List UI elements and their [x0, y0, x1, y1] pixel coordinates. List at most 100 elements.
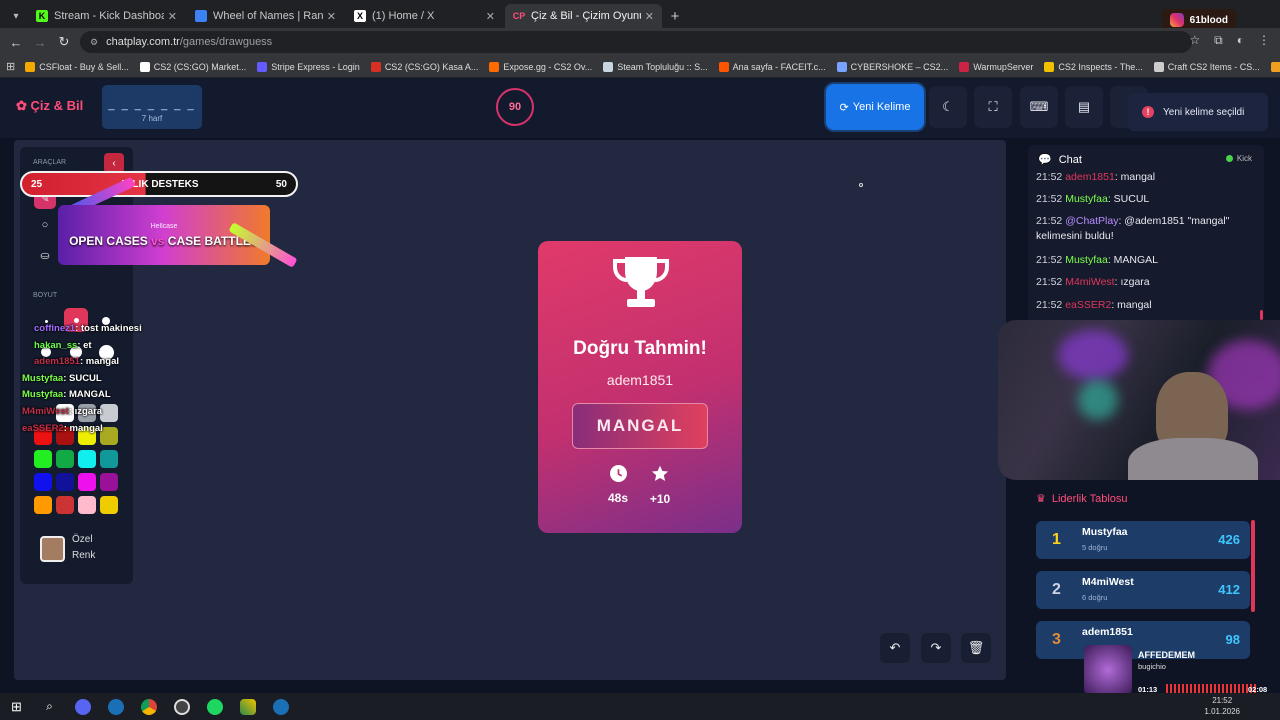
color-swatch-light-gray[interactable] — [100, 404, 118, 422]
color-swatch[interactable] — [100, 473, 118, 491]
bookmark-item[interactable]: Craft CS2 Items - CS... — [1153, 61, 1260, 72]
overlay-chat-line: Mustyfaa: SUCUL — [22, 373, 102, 384]
reload-icon[interactable]: ↻ — [52, 34, 76, 50]
fullscreen-button[interactable]: ⛶ — [974, 86, 1012, 128]
correct-guess-card: Doğru Tahmin! adem1851 MANGAL 48s +10 — [538, 241, 742, 533]
site-info-icon[interactable]: ⚙ — [90, 37, 98, 48]
taskbar-app-spotify[interactable] — [198, 693, 231, 720]
redo-button[interactable]: ↷ — [921, 633, 951, 663]
color-swatch[interactable] — [78, 473, 96, 491]
chat-text: : MANGAL — [1107, 254, 1158, 266]
close-tab-icon[interactable]: ✕ — [645, 10, 654, 23]
bookmark-favicon-icon — [603, 61, 614, 72]
taskbar-app-steam-2[interactable] — [264, 693, 297, 720]
tab-search-icon[interactable]: ▾ — [4, 4, 28, 28]
color-swatch[interactable] — [100, 450, 118, 468]
bookmark-star-icon[interactable]: ☆ — [1189, 33, 1200, 48]
url-field[interactable]: ⚙ chatplay.com.tr/games/drawguess — [80, 31, 1192, 53]
browser-tab-2[interactable]: X (1) Home / X ✕ — [346, 4, 503, 28]
bookmark-item[interactable]: CSNADES.gg - Cou... — [1270, 61, 1280, 72]
taskbar-app-pen[interactable] — [231, 693, 264, 720]
chat-text: : SUCUL — [1107, 193, 1150, 205]
app-logo[interactable]: ✿ Çiz & Bil — [16, 98, 83, 114]
custom-color-picker[interactable] — [40, 536, 65, 562]
close-tab-icon[interactable]: ✕ — [486, 10, 495, 23]
bookmark-item[interactable]: CS2 (CS:GO) Kasa A... — [370, 61, 478, 72]
archive-button[interactable]: ▤ — [1065, 86, 1103, 128]
color-swatch[interactable] — [56, 496, 74, 514]
start-button[interactable]: ⊞ — [0, 693, 33, 720]
chat-user[interactable]: eaSSER2 — [1065, 299, 1111, 311]
close-tab-icon[interactable]: ✕ — [327, 10, 336, 23]
tab-title: Wheel of Names | Random nam — [213, 10, 323, 22]
color-swatch[interactable] — [78, 450, 96, 468]
bookmark-item[interactable]: CSFloat - Buy & Sell... — [25, 61, 129, 72]
color-swatch[interactable] — [56, 473, 74, 491]
leaderboard-rank: 3 — [1052, 631, 1061, 648]
theme-toggle-button[interactable]: ☾ — [929, 86, 967, 128]
apps-grid-icon[interactable]: ⊞ — [6, 60, 15, 73]
chat-user[interactable]: Mustyfaa — [1065, 254, 1108, 266]
color-swatch[interactable] — [34, 450, 52, 468]
guesser-name: adem1851 — [606, 372, 674, 388]
menu-icon[interactable]: ⋮ — [1258, 33, 1270, 48]
profile-icon[interactable]: ◐ — [1237, 33, 1244, 48]
chat-scrollbar[interactable] — [1260, 310, 1263, 320]
browser-tab-0[interactable]: K Stream - Kick Dashboard ✕ — [28, 4, 185, 28]
chat-panel: 💬 Chat Kick 21:52 adem1851: mangal 21:52 M… — [1028, 145, 1264, 323]
color-swatch[interactable] — [34, 496, 52, 514]
tab-favicon-icon: CP — [512, 11, 526, 21]
forward-icon[interactable]: → — [28, 35, 52, 50]
bookmark-item[interactable]: Ana sayfa - FACEIT.c... — [718, 61, 826, 72]
clock-icon — [609, 465, 627, 482]
bookmark-item[interactable]: Stripe Express - Login — [257, 61, 360, 72]
taskbar-app-discord[interactable] — [66, 693, 99, 720]
custom-color-line2: Renk — [72, 550, 96, 561]
taskbar-app-steam[interactable] — [99, 693, 132, 720]
bookmark-item[interactable]: WarmupServer — [959, 61, 1033, 72]
bookmark-label: CYBERSHOKE – CS2... — [850, 61, 949, 72]
track-title: AFFEDEMEM — [1138, 650, 1195, 660]
taskbar-app-chrome[interactable] — [132, 693, 165, 720]
bookmark-favicon-icon — [836, 61, 847, 72]
toast-notification: ! Yeni kelime seçildi — [1128, 93, 1268, 131]
leaderboard-scrollbar[interactable] — [1251, 520, 1255, 612]
browser-tab-3[interactable]: CP Çiz & Bil - Çizim Oyunu ✕ — [505, 4, 662, 28]
fill-tool[interactable]: ⛀ — [34, 244, 56, 266]
crown-icon: ♛ — [1036, 493, 1046, 505]
back-icon[interactable]: ← — [4, 35, 28, 50]
undo-button[interactable]: ↶ — [880, 633, 910, 663]
bookmark-item[interactable]: CS2 (CS:GO) Market... — [139, 61, 246, 72]
color-swatch[interactable] — [100, 496, 118, 514]
extensions-icon[interactable]: ⧉ — [1214, 33, 1223, 48]
chat-time: 21:52 — [1036, 254, 1063, 266]
leaderboard-name: M4miWest — [1082, 576, 1134, 588]
new-word-button[interactable]: ⟳ Yeni Kelime — [826, 84, 924, 130]
new-tab-button[interactable]: + — [664, 4, 686, 28]
search-button[interactable]: ⌕ — [33, 693, 66, 720]
bookmark-item[interactable]: CS2 Inspects - The... — [1044, 61, 1143, 72]
system-clock[interactable]: 21:52 1.01.2026 — [1204, 695, 1240, 717]
browser-tab-1[interactable]: Wheel of Names | Random nam ✕ — [187, 4, 344, 28]
chat-platform: Kick — [1236, 154, 1252, 163]
bookmark-label: CS2 Inspects - The... — [1058, 61, 1143, 72]
circle-tool[interactable]: ○ — [34, 214, 56, 236]
color-swatch[interactable] — [78, 496, 96, 514]
bookmark-item[interactable]: Expose.gg - CS2 Ov... — [489, 61, 592, 72]
app-logo-text: Çiz & Bil — [30, 98, 84, 113]
alert-icon: ! — [1142, 106, 1154, 118]
collapse-tools-button[interactable]: ‹ — [104, 153, 124, 173]
taskbar-app-obs[interactable] — [165, 693, 198, 720]
clear-canvas-button[interactable]: 🗑 — [961, 633, 991, 663]
color-swatch[interactable] — [34, 473, 52, 491]
color-swatch[interactable] — [56, 450, 74, 468]
chat-user[interactable]: @ChatPlay — [1065, 215, 1118, 227]
search-icon: ⌕ — [46, 699, 53, 713]
chat-user[interactable]: M4miWest — [1065, 276, 1114, 288]
close-tab-icon[interactable]: ✕ — [168, 10, 177, 23]
bookmark-item[interactable]: Steam Topluluğu :: S... — [603, 61, 708, 72]
keyboard-button[interactable]: ⌨ — [1020, 86, 1058, 128]
chat-user[interactable]: Mustyfaa — [1065, 193, 1108, 205]
chat-user[interactable]: adem1851 — [1065, 171, 1115, 183]
bookmark-item[interactable]: CYBERSHOKE – CS2... — [836, 61, 949, 72]
